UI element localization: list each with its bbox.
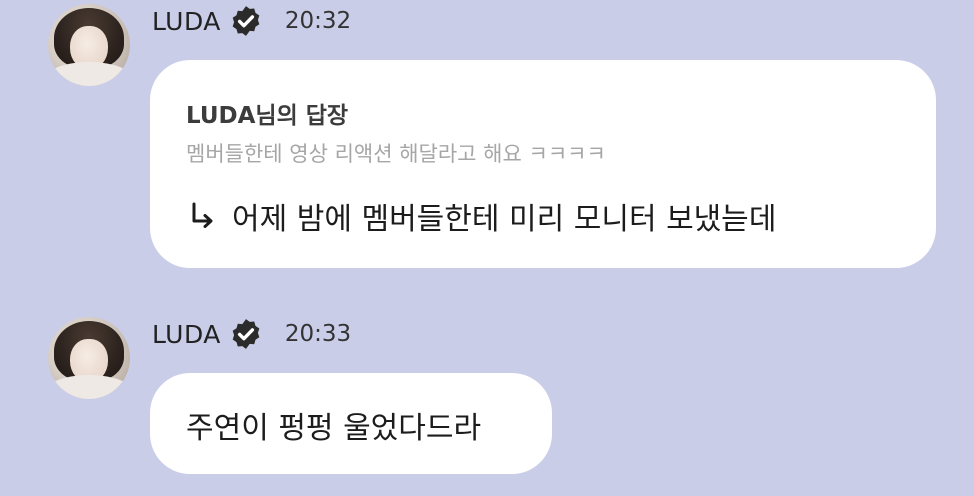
reply-arrow-icon <box>192 202 213 228</box>
message-time: 20:32 <box>284 8 352 34</box>
sender-row: LUDA 20:33 <box>152 317 351 351</box>
avatar[interactable] <box>48 317 130 399</box>
message-bubble[interactable]: 주연이 펑펑 울었다드라 <box>150 373 552 474</box>
reply-text: 어제 밤에 멤버들한테 미리 모니터 보냈늗데 <box>232 202 777 237</box>
verified-badge-icon <box>232 319 260 349</box>
message-text: 주연이 펑펑 울었다드라 <box>186 411 482 446</box>
reply-bubble[interactable]: LUDA님의 답장 멤버들한테 영상 리액션 해달라고 해요 ㅋㅋㅋㅋ 어제 밤… <box>150 60 936 268</box>
reply-title: LUDA님의 답장 <box>186 103 349 129</box>
quoted-message[interactable]: 멤버들한테 영상 리액션 해달라고 해요 ㅋㅋㅋㅋ <box>186 138 606 168</box>
verified-badge-icon <box>232 6 260 36</box>
reply-row: 어제 밤에 멤버들한테 미리 모니터 보냈늗데 <box>188 194 776 238</box>
avatar[interactable] <box>48 4 130 86</box>
message-time: 20:33 <box>284 321 352 347</box>
sender-name[interactable]: LUDA <box>152 7 221 36</box>
sender-name[interactable]: LUDA <box>152 320 221 349</box>
sender-row: LUDA 20:32 <box>152 4 351 38</box>
